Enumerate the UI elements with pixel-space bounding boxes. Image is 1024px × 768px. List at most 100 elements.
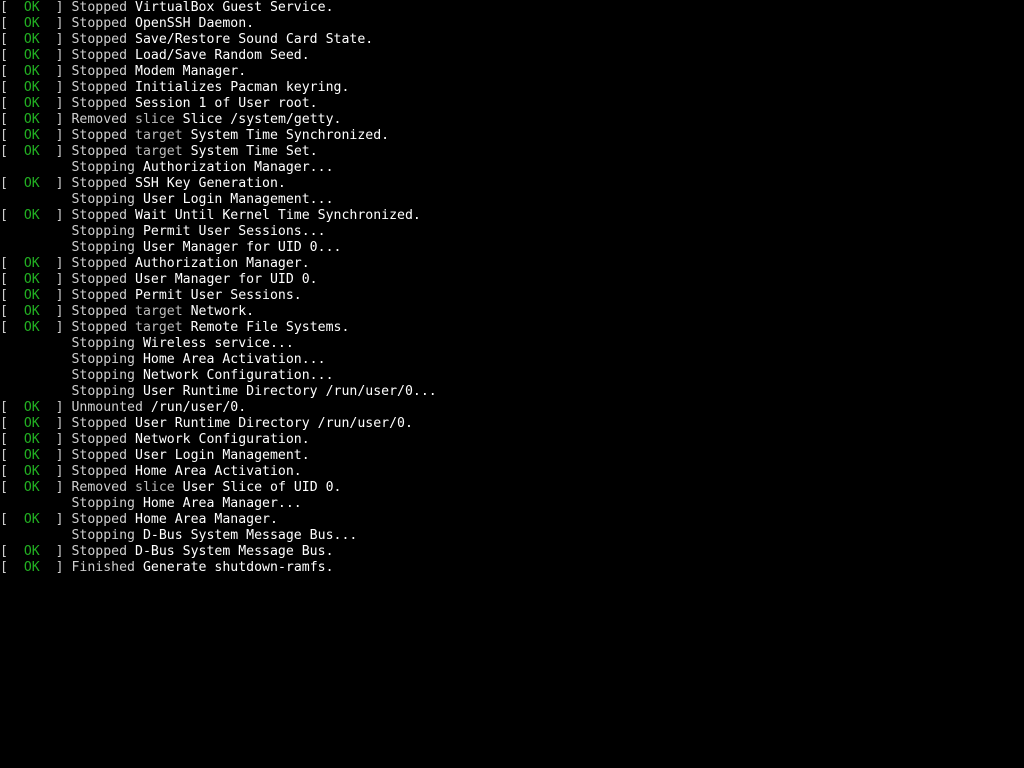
status-bracket-open: [ xyxy=(0,448,24,463)
console-line: [ OK ] Stopped Home Area Manager. xyxy=(0,512,1024,528)
status-bracket-close: ] xyxy=(39,304,72,319)
action-verb: Stopping xyxy=(71,240,135,255)
status-bracket-open: [ xyxy=(0,416,24,431)
status-bracket-open: [ xyxy=(0,96,24,111)
status-bracket-close: ] xyxy=(39,320,72,335)
status-ok: OK xyxy=(23,304,40,319)
unit-description: SSH Key Generation. xyxy=(135,176,286,191)
action-verb: Stopping xyxy=(71,368,135,383)
status-bracket-close: ] xyxy=(39,16,72,31)
status-ok: OK xyxy=(23,448,40,463)
status-bracket-close: ] xyxy=(39,176,72,191)
unit-description: Permit User Sessions... xyxy=(142,224,326,239)
status-ok: OK xyxy=(23,64,40,79)
status-bracket-close: ] xyxy=(39,288,72,303)
console-line: Stopping User Manager for UID 0... xyxy=(0,240,1024,256)
action-verb: Stopped xyxy=(71,512,128,527)
status-indent xyxy=(0,352,71,367)
status-ok: OK xyxy=(23,128,40,143)
action-verb: Removed xyxy=(71,480,128,495)
status-bracket-open: [ xyxy=(0,256,24,271)
status-bracket-open: [ xyxy=(0,400,24,415)
unit-description: User Runtime Directory /run/user/0. xyxy=(135,416,413,431)
status-indent xyxy=(0,192,71,207)
status-bracket-open: [ xyxy=(0,176,24,191)
unit-description: User Login Management. xyxy=(135,448,310,463)
action-verb: Stopped xyxy=(71,272,128,287)
action-verb: Stopping xyxy=(71,352,135,367)
status-ok: OK xyxy=(23,544,40,559)
status-bracket-open: [ xyxy=(0,272,24,287)
status-indent xyxy=(0,240,71,255)
status-ok: OK xyxy=(23,400,40,415)
console-line: [ OK ] Stopped Home Area Activation. xyxy=(0,464,1024,480)
unit-description: /run/user/0. xyxy=(150,400,247,415)
unit-description: Network Configuration. xyxy=(135,432,310,447)
status-bracket-open: [ xyxy=(0,544,24,559)
status-bracket-open: [ xyxy=(0,208,24,223)
status-bracket-open: [ xyxy=(0,48,24,63)
console-line: [ OK ] Stopped Load/Save Random Seed. xyxy=(0,48,1024,64)
action-verb: Stopped xyxy=(71,544,128,559)
status-bracket-open: [ xyxy=(0,64,24,79)
unit-description: Network. xyxy=(190,304,255,319)
status-bracket-open: [ xyxy=(0,512,24,527)
unit-kind: target xyxy=(135,128,183,143)
status-ok: OK xyxy=(23,272,40,287)
console-line: [ OK ] Stopped User Manager for UID 0. xyxy=(0,272,1024,288)
status-bracket-open: [ xyxy=(0,320,24,335)
status-bracket-close: ] xyxy=(39,48,72,63)
unit-description: User Manager for UID 0. xyxy=(135,272,318,287)
unit-description: D-Bus System Message Bus. xyxy=(135,544,334,559)
action-verb: Stopped xyxy=(71,320,128,335)
action-verb: Stopping xyxy=(71,528,135,543)
status-bracket-close: ] xyxy=(39,144,72,159)
status-bracket-close: ] xyxy=(39,416,72,431)
action-verb: Stopped xyxy=(71,448,128,463)
status-ok: OK xyxy=(23,208,40,223)
status-bracket-close: ] xyxy=(39,96,72,111)
unit-description: User Runtime Directory /run/user/0... xyxy=(142,384,437,399)
unit-description: Initializes Pacman keyring. xyxy=(135,80,350,95)
status-indent xyxy=(0,528,71,543)
action-verb: Stopped xyxy=(71,48,128,63)
status-bracket-open: [ xyxy=(0,432,24,447)
console-line: [ OK ] Finished Generate shutdown-ramfs. xyxy=(0,560,1024,576)
unit-description: Home Area Activation. xyxy=(135,464,302,479)
console-line: [ OK ] Stopped VirtualBox Guest Service. xyxy=(0,0,1024,16)
unit-description: Permit User Sessions. xyxy=(135,288,302,303)
unit-description: Home Area Manager... xyxy=(142,496,302,511)
unit-description: Remote File Systems. xyxy=(190,320,350,335)
unit-description: Generate shutdown-ramfs. xyxy=(142,560,334,575)
action-verb: Stopped xyxy=(71,128,128,143)
unit-kind: slice xyxy=(135,480,175,495)
status-bracket-close: ] xyxy=(39,448,72,463)
console-line: [ OK ] Unmounted /run/user/0. xyxy=(0,400,1024,416)
shutdown-console: [ OK ] Stopped VirtualBox Guest Service.… xyxy=(0,0,1024,768)
action-verb: Unmounted xyxy=(71,400,143,415)
status-bracket-open: [ xyxy=(0,0,24,15)
unit-description: User Manager for UID 0... xyxy=(142,240,342,255)
console-line: [ OK ] Stopped User Runtime Directory /r… xyxy=(0,416,1024,432)
status-ok: OK xyxy=(23,320,40,335)
status-bracket-close: ] xyxy=(39,80,72,95)
console-line: [ OK ] Stopped Save/Restore Sound Card S… xyxy=(0,32,1024,48)
action-verb: Stopped xyxy=(71,16,128,31)
status-bracket-close: ] xyxy=(39,464,72,479)
console-line: Stopping Authorization Manager... xyxy=(0,160,1024,176)
status-bracket-close: ] xyxy=(39,560,72,575)
action-verb: Stopped xyxy=(71,96,128,111)
action-verb: Stopped xyxy=(71,304,128,319)
unit-description: Wait Until Kernel Time Synchronized. xyxy=(135,208,421,223)
console-line: Stopping D-Bus System Message Bus... xyxy=(0,528,1024,544)
console-line: [ OK ] Stopped D-Bus System Message Bus. xyxy=(0,544,1024,560)
console-line: Stopping Permit User Sessions... xyxy=(0,224,1024,240)
status-bracket-open: [ xyxy=(0,128,24,143)
unit-description: Authorization Manager... xyxy=(142,160,334,175)
status-bracket-open: [ xyxy=(0,480,24,495)
console-line: [ OK ] Stopped target System Time Synchr… xyxy=(0,128,1024,144)
action-verb: Stopped xyxy=(71,288,128,303)
unit-description: Session 1 of User root. xyxy=(135,96,318,111)
status-ok: OK xyxy=(23,176,40,191)
console-line: [ OK ] Stopped Permit User Sessions. xyxy=(0,288,1024,304)
